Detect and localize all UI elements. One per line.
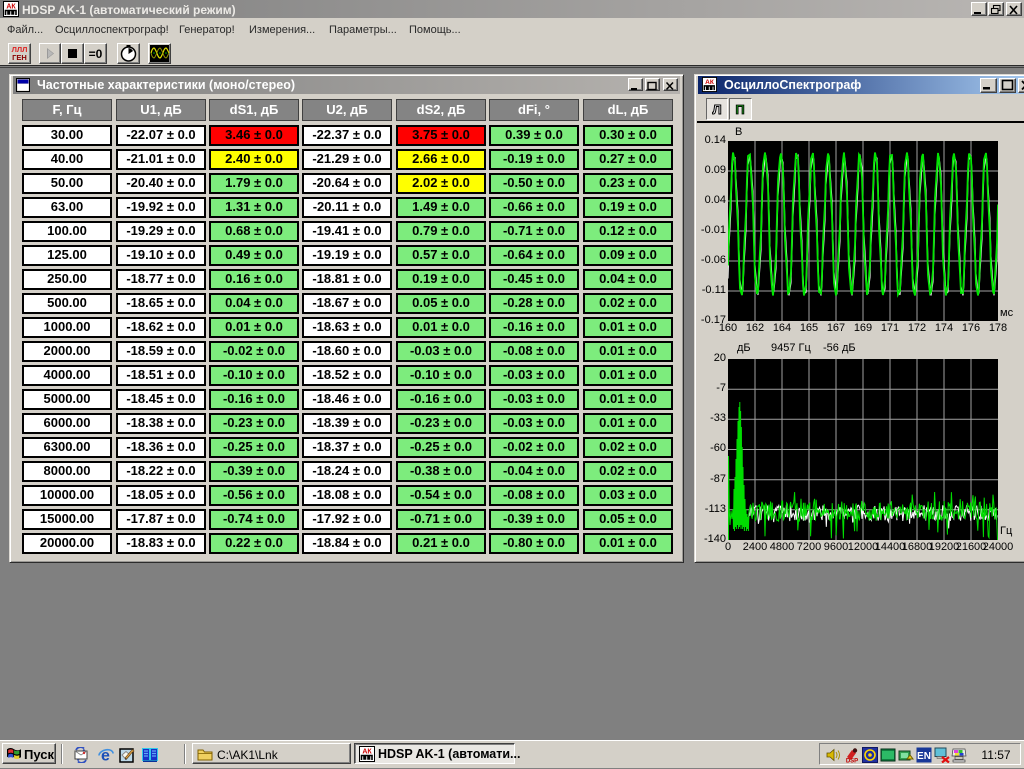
svg-text:EN: EN bbox=[917, 751, 931, 762]
svg-text:АК: АК bbox=[362, 749, 372, 756]
svg-text:АК: АК bbox=[705, 79, 714, 86]
svg-text:Л: Л bbox=[712, 102, 721, 117]
svg-text:=0: =0 bbox=[89, 47, 103, 61]
svg-text:АК: АК bbox=[6, 4, 16, 11]
svg-text:ГЕН: ГЕН bbox=[12, 53, 27, 62]
svg-text:П: П bbox=[735, 102, 744, 117]
svg-text:DSP: DSP bbox=[846, 759, 858, 764]
